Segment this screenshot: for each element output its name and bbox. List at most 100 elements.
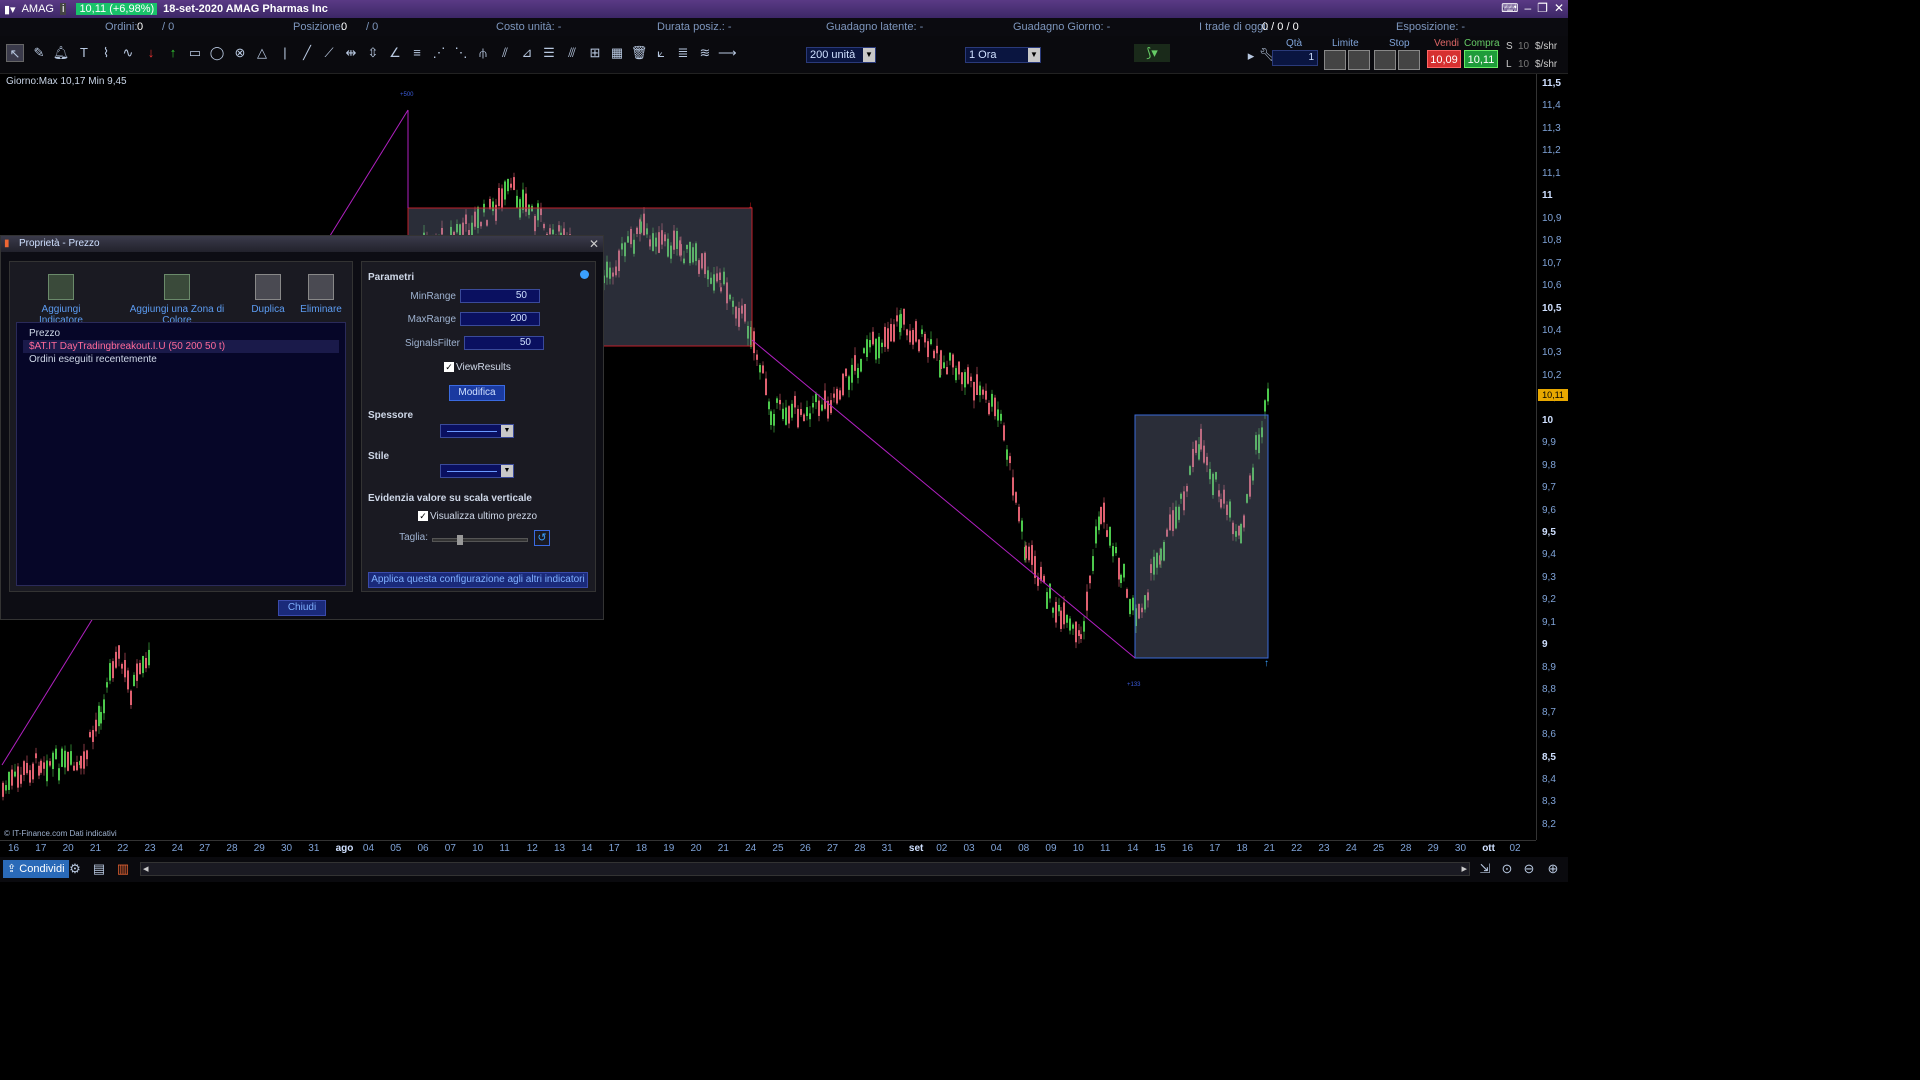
wave-tool-icon[interactable]: ∿ [119,44,137,62]
tree-item-recent-orders[interactable]: Ordini eseguiti recentemente [23,353,339,366]
view-results-checkbox[interactable]: ✓ ViewResults [444,362,511,373]
regression-channel-icon[interactable]: ⊿ [518,44,536,62]
delete-button[interactable]: Eliminare [298,274,344,315]
multi-lines-icon[interactable]: ≋ [696,44,714,62]
chevron-down-icon[interactable]: ▼ [863,48,875,62]
chevron-down-icon[interactable]: ▼ [501,425,513,437]
scroll-right-icon[interactable]: ▸ [1461,862,1467,875]
style-select[interactable]: ▼ [440,464,514,478]
size-slider[interactable] [432,535,528,545]
trash-icon[interactable]: 🗑︎ [630,44,648,62]
units-select[interactable]: 200 unità ▼ [806,47,876,63]
sell-button[interactable]: 10,09 [1427,50,1461,68]
limit-buy-button[interactable] [1324,50,1346,70]
close-button[interactable]: Chiudi [278,600,326,616]
share-button[interactable]: ⇪ Condividi [3,860,69,878]
sell-arrow-icon[interactable]: ↓ [142,44,160,62]
scroll-left-icon[interactable]: ◂ [143,862,149,875]
price-change-badge: 10,11 (+6,98%) [76,3,158,15]
help-icon[interactable] [580,270,589,279]
zoom-out-icon[interactable]: ⊖ [1520,860,1538,878]
vertical-line-icon[interactable]: | [276,44,294,62]
fibonacci-retracement-icon[interactable]: ≡ [408,44,426,62]
buy-button[interactable]: 10,11 [1464,50,1498,68]
text-tool-icon[interactable]: T [75,44,93,62]
rectangle-tool-icon[interactable]: ▭ [186,44,204,62]
min-range-input[interactable]: 50 [460,289,540,303]
apply-config-button[interactable]: Applica questa configurazione agli altri… [368,572,588,588]
tree-item-price[interactable]: Prezzo [23,327,339,340]
limit-sell-button[interactable] [1348,50,1370,70]
zoom-reset-icon[interactable]: ⊙ [1498,860,1516,878]
price-tick-label: 9,7 [1542,482,1556,494]
price-axis[interactable]: 11,5 11,4 11,3 11,2 11,1 11 10,9 10,8 10,7 10,6 10… [1536,74,1568,840]
time-tick-label: 15 [1154,843,1166,854]
pointer-tool-icon[interactable]: ↖ [6,44,24,62]
candle-body [881,342,883,348]
signals-filter-input[interactable]: 50 [464,336,544,350]
minimize-icon[interactable]: – [1524,1,1531,15]
horizontal-segment-icon[interactable]: ⇹ [342,44,360,62]
keyboard-icon[interactable]: ⌨ [1501,1,1518,15]
thickness-select[interactable]: ▼ [440,424,514,438]
gann-fan-icon[interactable]: ⋱ [452,44,470,62]
max-range-input[interactable]: 200 [460,312,540,326]
speed-lines-icon[interactable]: ⫻ [563,44,581,62]
square-grid-icon[interactable]: ▦ [608,44,626,62]
timeframe-select[interactable]: 1 Ora ▼ [965,47,1041,63]
stop-sell-button[interactable] [1398,50,1420,70]
horizontal-scrollbar[interactable]: ◂ ▸ [140,862,1470,876]
show-last-price-checkbox[interactable]: ✓ Visualizza ultimo prezzo [418,511,537,522]
lines-icon[interactable]: ≣ [674,44,692,62]
restore-icon[interactable]: ❐ [1537,1,1548,15]
tree-item-indicator[interactable]: $AT.IT DayTradingbreakout.I.U (50 200 50… [23,340,339,353]
add-color-zone-button[interactable]: Aggiungi una Zona di Colore [114,274,240,326]
pencil-tool-icon[interactable]: ✎ [30,44,48,62]
parallel-channel-icon[interactable]: ⫽ [496,44,514,62]
close-icon[interactable]: ✕ [1554,1,1564,15]
add-indicator-button[interactable]: Aggiungi Indicatore [20,274,102,326]
auto-scroll-icon[interactable]: ⇲ [1476,860,1494,878]
dialog-titlebar[interactable]: ▮ Proprietà - Prezzo ✕ [1,236,603,252]
qty-input[interactable]: 1 [1272,50,1318,66]
line-zigzag-icon[interactable]: ⌇ [97,44,115,62]
reset-icon[interactable]: ↺ [534,530,550,546]
duplicate-button[interactable]: Duplica [250,274,286,315]
symbol-name[interactable]: AMAG [22,3,54,15]
price-tick-label: 11,4 [1542,100,1561,112]
chevron-down-icon[interactable]: ▼ [1028,48,1040,62]
cross-ellipse-icon[interactable]: ⊗ [231,44,249,62]
zoom-in-icon[interactable]: ⊕ [1544,860,1562,878]
indicator-menu-icon[interactable]: ⟆▾ [1134,44,1170,62]
candle-body [70,751,72,765]
candle-body [860,359,862,372]
buy-arrow-icon[interactable]: ↑ [164,44,182,62]
vertical-segment-icon[interactable]: ⇳ [364,44,382,62]
triangle-tool-icon[interactable]: △ [253,44,271,62]
chart-type-icon[interactable]: ▥ [114,860,132,878]
andrews-fork-icon[interactable]: ⫛ [474,44,492,62]
chevron-down-icon[interactable]: ▼ [501,465,513,477]
segment-tool-icon[interactable]: ╱ [298,44,316,62]
candle-body [988,402,990,415]
slider-thumb[interactable] [457,535,463,545]
collapse-arrow-icon[interactable]: ▸ [1246,47,1256,65]
cursor-settings-icon[interactable]: ⚙ [66,860,84,878]
time-axis[interactable]: 16 17 20 21 22 23 24 27 28 29 30 31 ago 04 05 06 07 10 11 1… [0,840,1536,856]
position-value: 0 [341,21,348,33]
stop-buy-button[interactable] [1374,50,1396,70]
horizontal-line-icon[interactable]: ⟶ [718,44,737,62]
ray-tool-icon[interactable]: ⟋ [320,44,338,62]
angle-tool-icon[interactable]: ∠ [386,44,404,62]
raff-channel-icon[interactable]: ☰ [540,44,558,62]
table-icon[interactable]: ▤ [90,860,108,878]
alert-bell-icon[interactable]: 🔔︎ [52,44,70,62]
fibonacci-fan-icon[interactable]: ⋰ [430,44,448,62]
trash-icon [308,274,334,300]
modify-button[interactable]: Modifica [449,385,505,401]
close-icon[interactable]: ✕ [589,236,599,252]
ruler-icon[interactable]: ⟀ [652,44,670,62]
info-icon[interactable]: i [59,3,67,15]
ellipse-tool-icon[interactable]: ◯ [208,44,226,62]
grid-tool-icon[interactable]: ⊞ [586,44,604,62]
